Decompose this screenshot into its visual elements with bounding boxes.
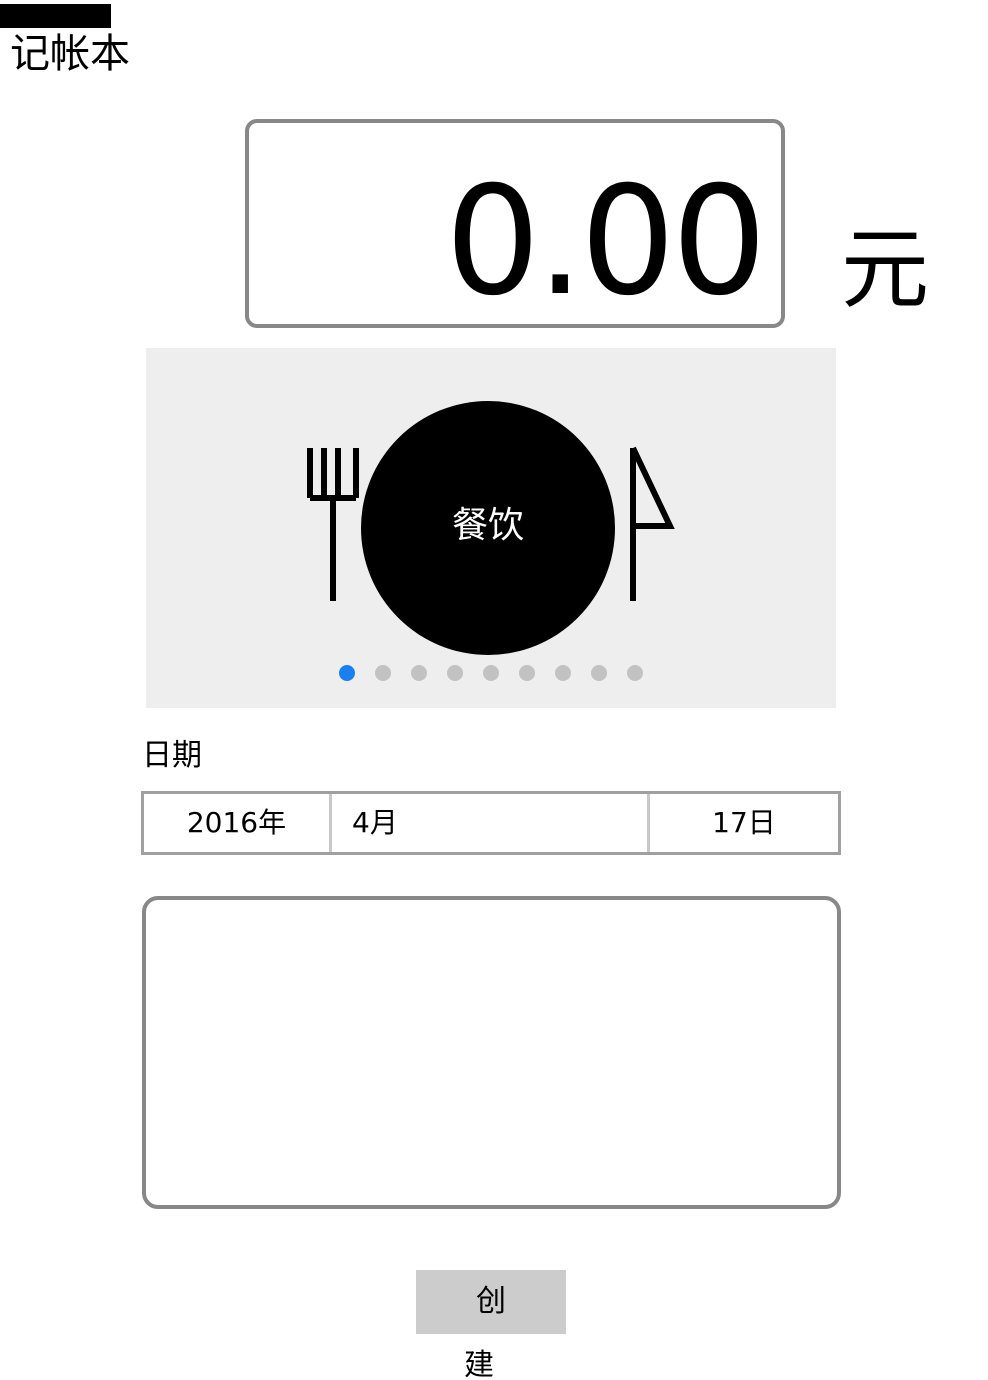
app-title: 记帐本 (10, 31, 130, 77)
create-button[interactable]: 创 建 (416, 1270, 566, 1380)
date-month-selector[interactable]: 4月 (332, 794, 650, 852)
note-textarea[interactable] (142, 896, 841, 1209)
page-dot[interactable] (483, 665, 499, 681)
page-dot[interactable] (411, 665, 427, 681)
date-label: 日期 (142, 738, 202, 773)
category-carousel[interactable]: 餐饮 (146, 348, 836, 708)
page-dot[interactable] (591, 665, 607, 681)
date-picker[interactable]: 2016年 4月 17日 (141, 791, 841, 855)
page-dot[interactable] (375, 665, 391, 681)
knife-icon (630, 446, 675, 601)
carousel-page-indicator (146, 665, 836, 683)
date-day-selector[interactable]: 17日 (650, 794, 838, 852)
fork-icon (307, 448, 359, 601)
amount-value: 0.00 (445, 155, 767, 329)
app-page: 记帐本 0.00 元 餐饮 日期 2016年 4月 17日 创 建 (0, 0, 988, 1380)
page-dot-active[interactable] (339, 665, 355, 681)
title-bar-block (0, 4, 111, 28)
page-dot[interactable] (627, 665, 643, 681)
amount-input[interactable]: 0.00 (245, 119, 785, 328)
date-year-selector[interactable]: 2016年 (144, 794, 332, 852)
page-dot[interactable] (447, 665, 463, 681)
page-dot[interactable] (519, 665, 535, 681)
category-label: 餐饮 (451, 505, 524, 546)
currency-label: 元 (841, 218, 930, 321)
page-dot[interactable] (555, 665, 571, 681)
